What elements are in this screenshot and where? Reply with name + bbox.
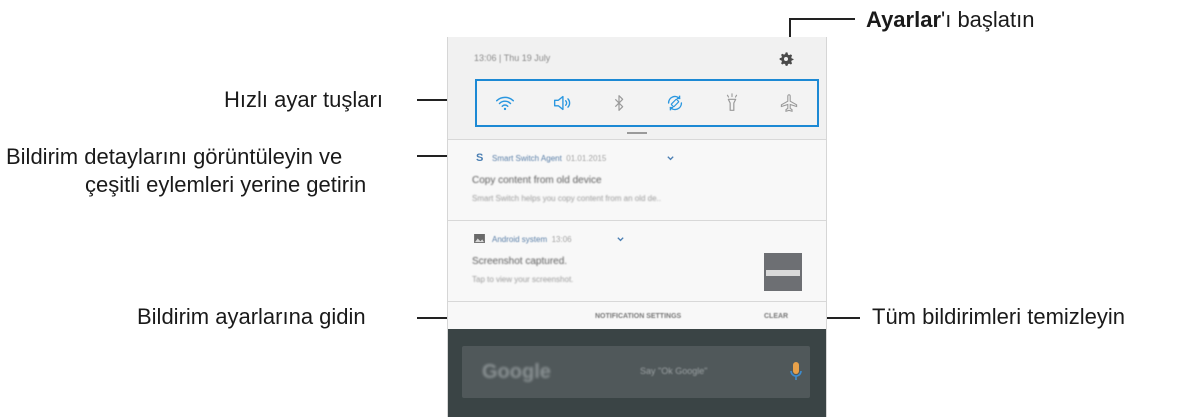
image-icon — [474, 234, 485, 243]
notification-settings-button[interactable]: NOTIFICATION SETTINGS — [595, 313, 681, 320]
quick-settings-bar — [475, 79, 819, 127]
screenshot-thumbnail[interactable] — [764, 253, 802, 291]
wifi-icon[interactable] — [494, 92, 516, 114]
notification-body: Tap to view your screenshot. — [472, 275, 574, 284]
microphone-icon[interactable] — [790, 360, 802, 384]
airplane-mode-icon[interactable] — [778, 92, 800, 114]
clear-button[interactable]: CLEAR — [764, 313, 788, 320]
sound-icon[interactable] — [551, 92, 573, 114]
quick-settings-callout: Hızlı ayar tuşları — [224, 87, 383, 112]
notification-time: 13:06 — [551, 235, 572, 244]
notification-footer: NOTIFICATION SETTINGS CLEAR — [448, 302, 826, 330]
clear-all-callout: Tüm bildirimleri temizleyin — [872, 304, 1126, 329]
notification-details-callout-line2: çeşitli eylemleri yerine getirin — [85, 172, 367, 197]
bluetooth-icon[interactable] — [608, 92, 630, 114]
notification-app-line: Smart Switch Agent 01.01.2015 — [492, 154, 606, 163]
settings-callout: Ayarlar'ı başlatın — [866, 6, 1035, 34]
notification-card[interactable]: S Smart Switch Agent 01.01.2015 Copy con… — [448, 140, 826, 220]
notification-time: 01.01.2015 — [566, 154, 607, 163]
notification-panel: 13:06 | Thu 19 July S Smart Switch Agent… — [447, 37, 827, 417]
status-date: 13:06 | Thu 19 July — [474, 53, 551, 63]
notification-app-name: Smart Switch Agent — [492, 154, 562, 163]
chevron-down-icon[interactable] — [616, 235, 625, 244]
settings-callout-rest: 'ı başlatın — [941, 7, 1035, 32]
google-logo: Google — [482, 361, 551, 383]
chevron-down-icon[interactable] — [666, 154, 675, 163]
settings-callout-bold: Ayarlar — [866, 7, 942, 32]
search-hint: Say "Ok Google" — [640, 366, 708, 376]
flashlight-icon[interactable] — [721, 92, 743, 114]
notification-app-name: Android system — [492, 235, 548, 244]
panel-drag-handle[interactable] — [627, 132, 647, 134]
smart-switch-icon: S — [476, 152, 484, 164]
google-search-bar[interactable]: Google Say "Ok Google" — [462, 346, 810, 398]
notification-body: Smart Switch helps you copy content from… — [472, 194, 661, 203]
notification-settings-callout: Bildirim ayarlarına gidin — [137, 304, 366, 329]
thumbnail-strip — [766, 270, 800, 276]
settings-callout-line — [789, 18, 855, 20]
gear-icon[interactable] — [776, 49, 796, 69]
auto-rotate-icon[interactable] — [664, 92, 686, 114]
notification-details-callout-line1: Bildirim detaylarını görüntüleyin ve — [6, 144, 343, 169]
notification-app-line: Android system 13:06 — [492, 235, 572, 244]
notification-title: Screenshot captured. — [472, 256, 568, 267]
notification-title: Copy content from old device — [472, 175, 602, 186]
